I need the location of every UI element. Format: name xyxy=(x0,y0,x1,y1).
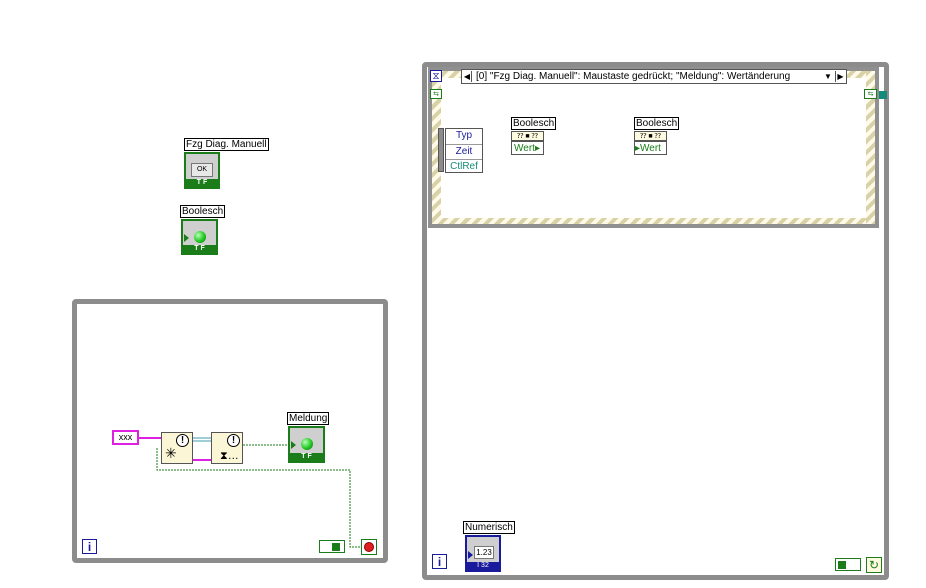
meldung-label: Meldung xyxy=(287,412,330,425)
bool-led-terminal[interactable]: T F xyxy=(181,219,218,255)
bool-property-node[interactable] xyxy=(319,540,345,553)
tf-tag: T F xyxy=(290,453,323,461)
increment-arrow-icon[interactable]: ▶ xyxy=(835,71,845,82)
input-arrow-icon xyxy=(468,551,473,559)
iteration-terminal-right: i xyxy=(432,554,447,569)
led-icon xyxy=(194,231,206,243)
true-icon xyxy=(838,560,846,569)
event-data-ctlref: CtlRef xyxy=(450,161,478,172)
numeric-label: Numerisch xyxy=(463,521,515,534)
event-data-zeit: Zeit xyxy=(446,145,482,160)
dynamic-event-left-icon: ⇆ xyxy=(430,89,442,99)
case-selector[interactable]: ◀ [0] "Fzg Diag. Manuell": Maustaste ged… xyxy=(461,69,847,84)
create-star-icon: ✳ xyxy=(165,445,177,461)
led-icon xyxy=(301,438,313,450)
input-arrow-icon xyxy=(184,234,189,242)
prop-node-2-label: Boolesch xyxy=(634,117,680,130)
bool-control-label: Boolesch xyxy=(180,205,226,218)
prop-node-1-header: ⁇ ■ ⁇ xyxy=(511,131,544,141)
notifier-icon: ! xyxy=(227,434,240,447)
prop-node-2-field-text: Wert xyxy=(640,143,661,154)
create-notifier-node[interactable]: ! ✳ xyxy=(161,432,193,464)
true-constant[interactable] xyxy=(835,558,861,571)
string-constant[interactable]: xxx xyxy=(112,430,139,445)
fzg-control-label: Fzg Diag. Manuell xyxy=(184,138,269,151)
tf-tag: T F xyxy=(186,179,218,187)
event-frame-bottom xyxy=(432,218,875,224)
event-data-node[interactable]: Typ Zeit CtlRef xyxy=(445,128,483,173)
stop-icon xyxy=(364,542,374,552)
case-selector-label: [0] "Fzg Diag. Manuell": Maustaste gedrü… xyxy=(476,71,791,82)
decrement-arrow-icon[interactable]: ◀ xyxy=(463,71,472,82)
false-icon xyxy=(332,542,340,551)
event-data-node-bar xyxy=(438,128,444,172)
continue-terminal-icon[interactable]: ↻ xyxy=(866,557,882,573)
stop-terminal[interactable] xyxy=(361,539,377,555)
event-data-typ: Typ xyxy=(446,129,482,145)
prop-node-1-field[interactable]: Wert▸ xyxy=(511,141,544,155)
timeout-hourglass-icon: ⧖ xyxy=(430,70,442,82)
ok-button-icon: OK xyxy=(191,163,213,177)
event-registration-tunnel xyxy=(879,91,887,99)
tf-tag: T F xyxy=(183,245,216,253)
prop-node-1-label: Boolesch xyxy=(511,117,557,130)
prop-node-2-header: ⁇ ■ ⁇ xyxy=(634,131,667,141)
notifier-icon: ! xyxy=(176,434,189,447)
numeric-indicator-terminal[interactable]: 1.23 I 32 xyxy=(465,535,501,572)
numeric-value: 1.23 xyxy=(474,546,494,559)
dropdown-arrow-icon[interactable]: ▼ xyxy=(824,71,832,82)
iteration-terminal-left: i xyxy=(82,539,97,554)
prop-node-2-field[interactable]: ▸Wert xyxy=(634,141,667,155)
meldung-led-terminal[interactable]: T F xyxy=(288,426,325,463)
prop-node-1-field-text: Wert xyxy=(514,143,535,154)
i32-tag: I 32 xyxy=(467,562,499,570)
input-arrow-icon xyxy=(291,441,296,449)
hourglass-icon: ⧗… xyxy=(220,450,239,462)
fzg-button-terminal[interactable]: OK T F xyxy=(184,152,220,189)
wait-on-notification-node[interactable]: ! ⧗… xyxy=(211,432,243,464)
dynamic-event-right-icon: ⇆ xyxy=(864,89,877,99)
